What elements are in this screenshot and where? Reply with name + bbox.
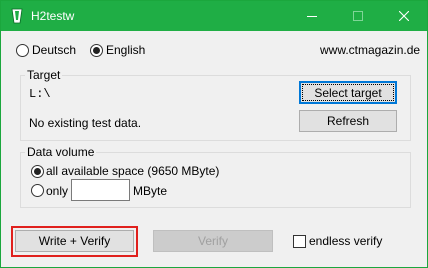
verify-label: Verify [197,234,228,248]
radio-only[interactable] [31,184,44,197]
minimize-button[interactable] [289,1,335,31]
app-logo-icon [11,8,23,24]
close-icon [399,11,409,21]
refresh-label: Refresh [326,114,370,128]
radio-only-label[interactable]: only [46,184,68,198]
title-bar[interactable]: H2testw [1,1,427,31]
radio-deutsch[interactable] [16,44,29,57]
verify-button: Verify [153,230,273,252]
refresh-button[interactable]: Refresh [299,110,397,132]
target-group-title: Target [25,68,63,82]
mbyte-amount-input[interactable] [71,179,130,201]
target-path: L:\ [29,87,51,101]
radio-all-space-label[interactable]: all available space (9650 MByte) [46,164,219,178]
maximize-button [335,1,381,31]
highlight-box [11,226,138,257]
window-title: H2testw [31,9,75,23]
minimize-icon [307,16,317,17]
maximize-icon [353,11,363,21]
select-target-button[interactable]: Select target [299,81,397,104]
data-volume-group-title: Data volume [25,145,97,159]
h2testw-window: H2testw Deutsch English www.ctmagazin.de… [0,0,428,268]
close-button[interactable] [381,1,427,31]
radio-english[interactable] [90,44,103,57]
radio-deutsch-label[interactable]: Deutsch [32,43,76,57]
radio-all-space[interactable] [31,165,44,178]
target-status: No existing test data. [29,116,142,130]
radio-english-label[interactable]: English [106,43,145,57]
select-target-label: Select target [314,85,382,100]
endless-verify-label[interactable]: endless verify [309,234,382,248]
website-link[interactable]: www.ctmagazin.de [320,43,420,57]
endless-verify-checkbox[interactable] [293,235,306,248]
mbyte-unit-label: MByte [133,184,168,198]
